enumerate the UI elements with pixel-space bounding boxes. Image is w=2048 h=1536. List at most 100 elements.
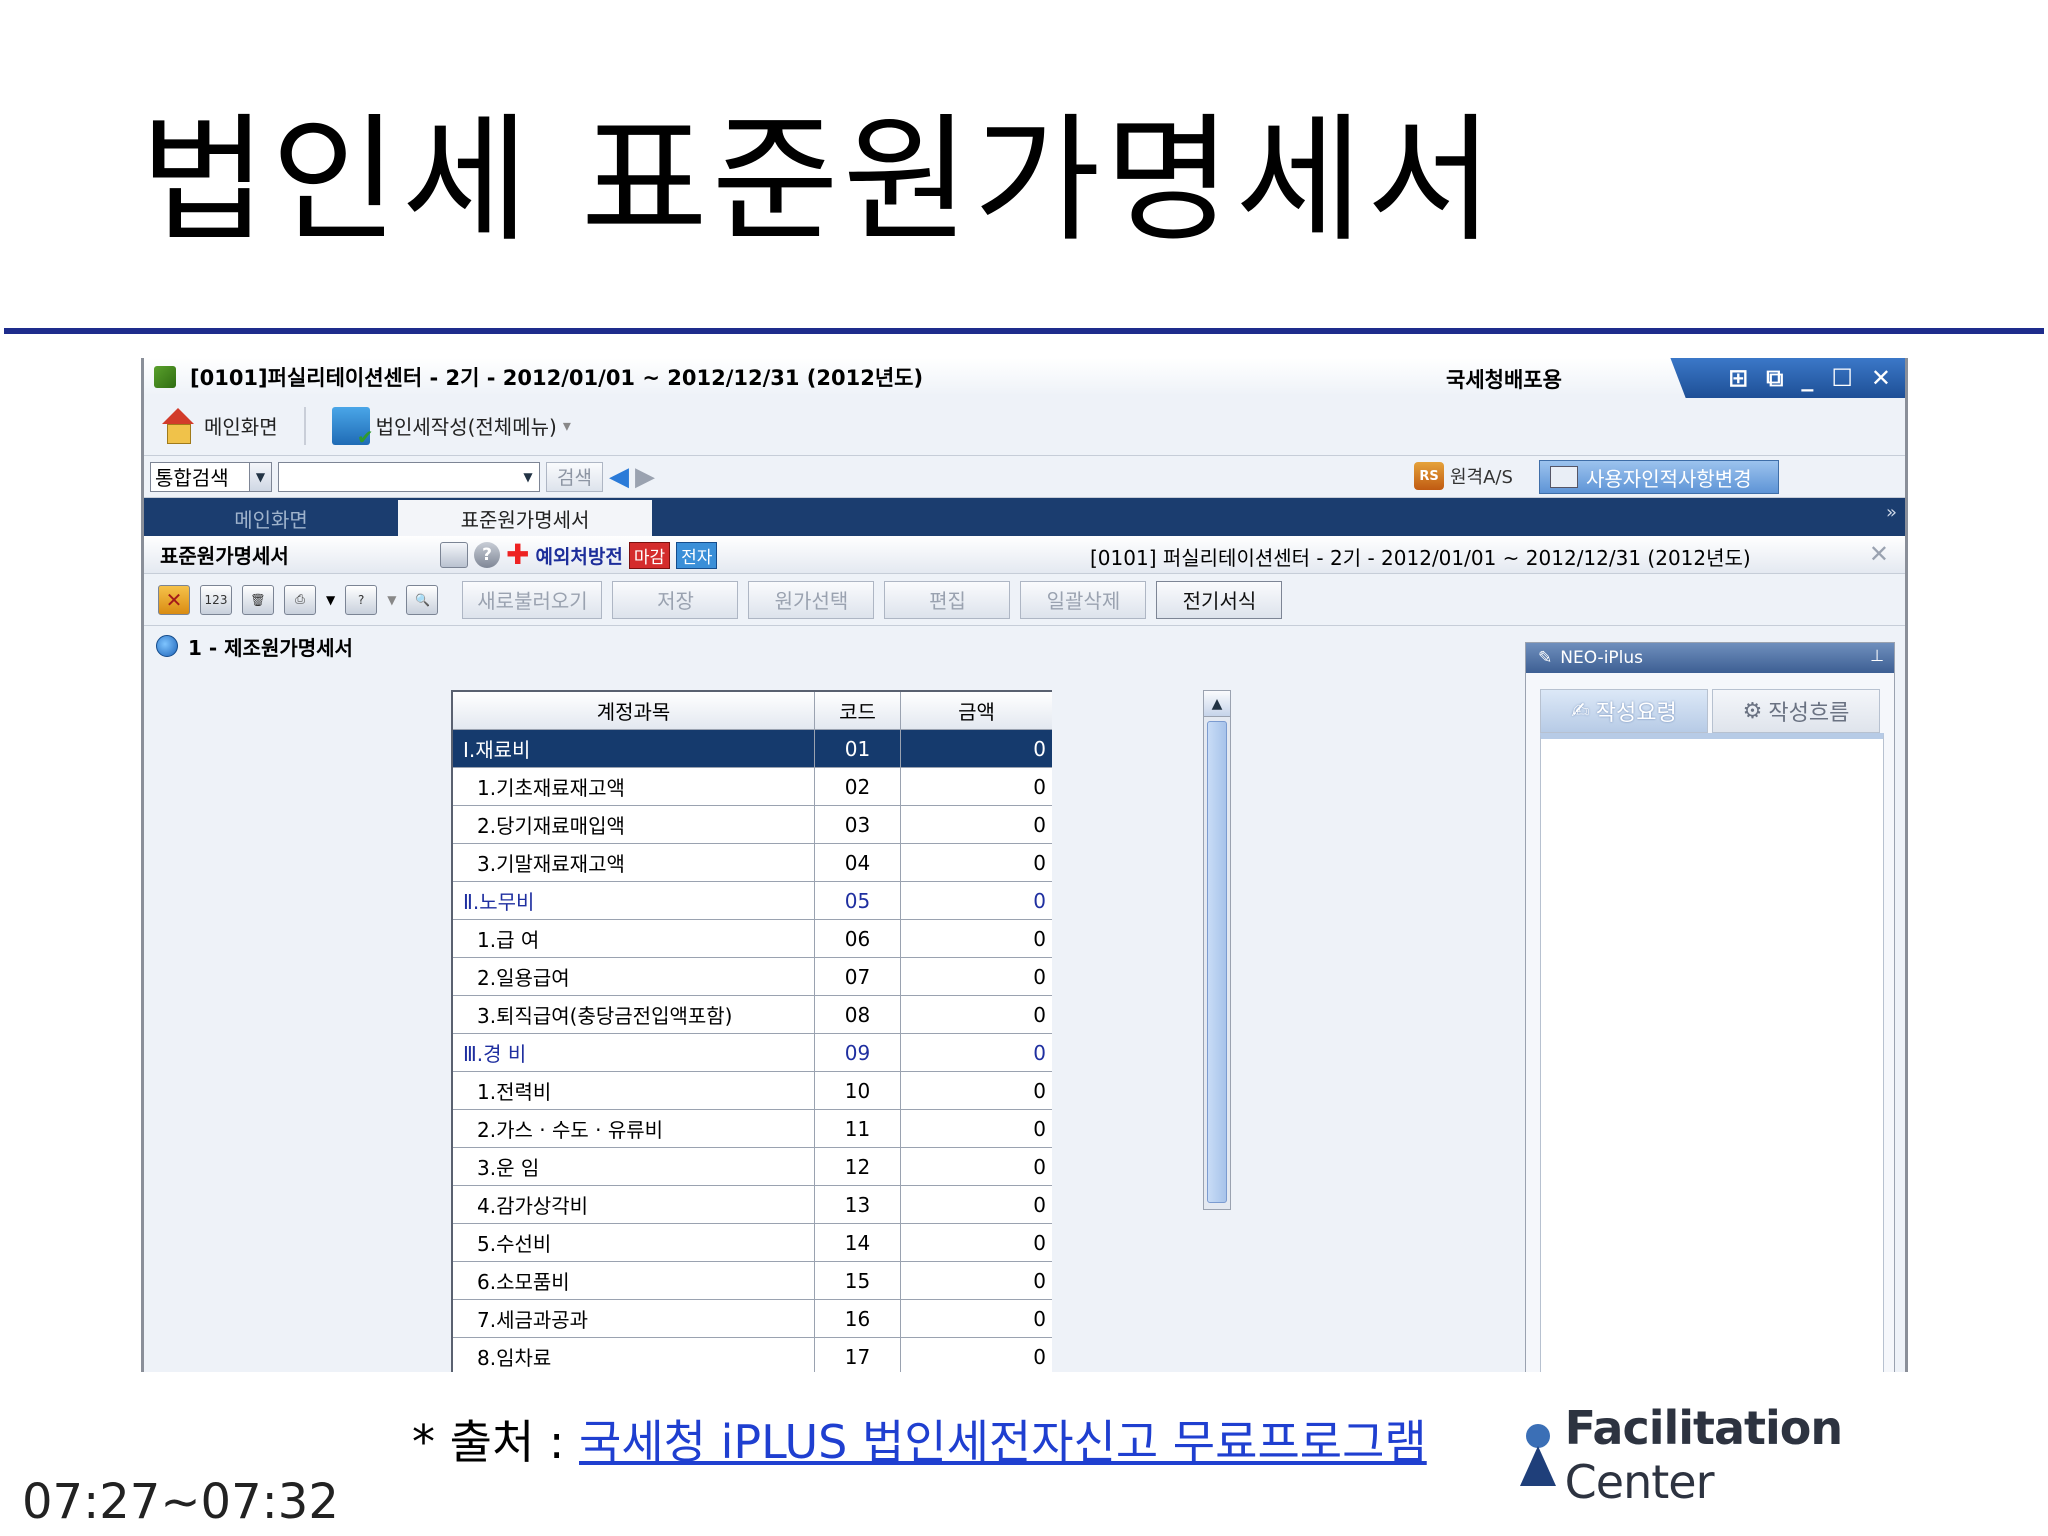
pin-icon[interactable]: ⊥ [1870,646,1884,665]
table-row[interactable]: Ⅲ.경 비 09 0 [453,1034,1052,1072]
cell-account[interactable]: 3.기말재료재고액 [453,844,815,881]
table-row[interactable]: 5.수선비 14 0 [453,1224,1052,1262]
cell-amount[interactable]: 0 [901,1148,1052,1185]
cell-code[interactable]: 09 [815,1034,901,1071]
cell-account[interactable]: 4.감가상각비 [453,1186,815,1223]
cell-amount[interactable]: 0 [901,806,1052,843]
edit-button[interactable]: 편집 [884,580,1011,619]
print-icon[interactable]: ⎙ [284,584,316,615]
table-row[interactable]: 2.당기재료매입액 03 0 [453,806,1052,844]
cell-code[interactable]: 10 [815,1072,901,1109]
close-form-icon[interactable]: ✕ [158,584,190,615]
table-row[interactable]: 1.급 여 06 0 [453,920,1052,958]
cell-code[interactable]: 17 [815,1338,901,1372]
cell-account[interactable]: 5.수선비 [453,1224,815,1261]
help-icon[interactable]: ? [474,542,500,568]
tab-standard-cost[interactable]: 표준원가명세서 [398,500,652,536]
layout-icon[interactable]: ⊞ [1728,364,1748,392]
cell-account[interactable]: 3.운 임 [453,1148,815,1185]
cell-amount[interactable]: 0 [901,768,1052,805]
menu-corp-tax[interactable]: 법인세작성(전체메뉴) ▾ [331,406,571,449]
chevron-down-icon[interactable]: ▼ [387,593,396,607]
delete-icon[interactable]: 🗑 [242,584,274,615]
table-row[interactable]: 8.임차료 17 0 [453,1338,1052,1372]
cell-account[interactable]: 1.전력비 [453,1072,815,1109]
cell-amount[interactable]: 0 [901,1224,1052,1261]
cell-code[interactable]: 13 [815,1186,901,1223]
cell-amount[interactable]: 0 [901,844,1052,881]
cell-amount[interactable]: 0 [901,1262,1052,1299]
menu-home[interactable]: 메인화면 [158,407,278,444]
cell-account[interactable]: 3.퇴직급여(충당금전입액포함) [453,996,815,1033]
table-row[interactable]: 2.일용급여 07 0 [453,958,1052,996]
cost-select-button[interactable]: 원가선택 [748,580,875,619]
cell-account[interactable]: 2.가스 · 수도 · 유류비 [453,1110,815,1147]
cell-code[interactable]: 08 [815,996,901,1033]
cell-code[interactable]: 16 [815,1300,901,1337]
scroll-up-icon[interactable]: ▲ [1204,691,1230,717]
cell-amount[interactable]: 0 [901,1338,1052,1372]
close-button[interactable]: ✕ [1871,364,1891,392]
cell-code[interactable]: 15 [815,1262,901,1299]
cell-amount[interactable]: 0 [901,1072,1052,1109]
cell-amount[interactable]: 0 [901,958,1052,995]
cell-code[interactable]: 04 [815,844,901,881]
cell-code[interactable]: 07 [815,958,901,995]
cell-code[interactable]: 14 [815,1224,901,1261]
magnifier-icon[interactable]: 🔍 [406,584,439,615]
cell-account[interactable]: Ⅰ.재료비 [453,730,815,767]
cell-amount[interactable]: 0 [901,1300,1052,1337]
chevron-down-icon[interactable]: ▼ [326,593,335,607]
cell-account[interactable]: 1.급 여 [453,920,815,957]
electronic-tag[interactable]: 전자 [676,541,718,569]
window-titlebar[interactable]: [0101]퍼실리테이션센터 - 2기 - 2012/01/01 ~ 2012/… [144,358,1905,398]
cell-amount[interactable]: 0 [901,1186,1052,1223]
close-icon[interactable]: ✕ [1869,540,1889,568]
table-row[interactable]: 2.가스 · 수도 · 유류비 11 0 [453,1110,1052,1148]
cell-code[interactable]: 01 [815,730,901,767]
cell-account[interactable]: Ⅱ.노무비 [453,882,815,919]
cell-account[interactable]: 7.세금과공과 [453,1300,815,1337]
cell-amount[interactable]: 0 [901,730,1052,767]
tabs-more-icon[interactable]: » [1886,502,1897,523]
user-info-button[interactable]: 사용자인적사항변경 [1539,460,1779,494]
tab-writing-guide[interactable]: ✍ 작성요령 [1540,689,1708,733]
cell-code[interactable]: 03 [815,806,901,843]
tab-main[interactable]: 메인화면 [144,500,398,536]
maximize-button[interactable]: ☐ [1831,364,1853,392]
table-row[interactable]: 1.기초재료재고액 02 0 [453,768,1052,806]
table-scrollbar[interactable]: ▲ [1203,690,1231,1210]
forward-arrow-icon[interactable]: ▶ [635,462,655,492]
cell-account[interactable]: 2.일용급여 [453,958,815,995]
cascade-icon[interactable]: ⧉ [1766,364,1783,392]
cell-account[interactable]: 1.기초재료재고액 [453,768,815,805]
back-arrow-icon[interactable]: ◀ [609,462,629,492]
memo-icon[interactable] [440,542,468,568]
search-input[interactable]: ▼ [278,461,540,492]
cell-code[interactable]: 06 [815,920,901,957]
cell-account[interactable]: 6.소모품비 [453,1262,815,1299]
save-button[interactable]: 저장 [612,580,739,619]
deadline-tag[interactable]: 마감 [628,541,671,569]
cell-amount[interactable]: 0 [901,882,1052,919]
scroll-thumb[interactable] [1207,721,1227,1203]
cell-amount[interactable]: 0 [901,920,1052,957]
red-cross-icon[interactable]: ✚ [506,541,529,569]
tab-writing-flow[interactable]: ⚙ 작성흐름 [1712,689,1880,733]
exception-link[interactable]: 예외처방전 [535,542,622,569]
table-row[interactable]: 3.퇴직급여(충당금전입액포함) 08 0 [453,996,1052,1034]
remote-support-button[interactable]: RS 원격A/S [1414,462,1513,490]
table-row[interactable]: 1.전력비 10 0 [453,1072,1052,1110]
table-row[interactable]: 3.운 임 12 0 [453,1148,1052,1186]
cell-account[interactable]: 2.당기재료매입액 [453,806,815,843]
cell-code[interactable]: 11 [815,1110,901,1147]
prior-form-button[interactable]: 전기서식 [1156,580,1283,619]
cell-amount[interactable]: 0 [901,1034,1052,1071]
table-row[interactable]: 3.기말재료재고액 04 0 [453,844,1052,882]
table-row[interactable]: Ⅰ.재료비 01 0 [453,730,1052,768]
cell-code[interactable]: 02 [815,768,901,805]
search-scope-select[interactable]: 통합검색 ▼ [150,461,272,492]
cell-account[interactable]: Ⅲ.경 비 [453,1034,815,1071]
table-row[interactable]: 6.소모품비 15 0 [453,1262,1052,1300]
table-row[interactable]: 7.세금과공과 16 0 [453,1300,1052,1338]
